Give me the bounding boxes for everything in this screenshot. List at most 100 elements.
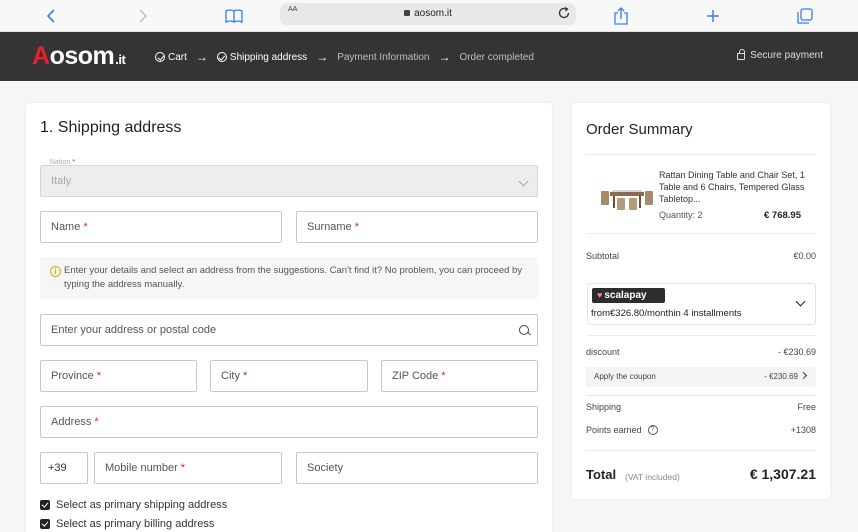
tabs-overview-icon[interactable]: [794, 5, 816, 27]
address-field[interactable]: Address *: [40, 406, 538, 438]
primary-billing-checkbox[interactable]: [40, 519, 50, 529]
name-placeholder: Name: [51, 221, 81, 233]
address-search-placeholder: Enter your address or postal code: [51, 324, 217, 336]
lock-icon: [404, 10, 411, 16]
phone-prefix-select[interactable]: +39: [40, 452, 88, 484]
step-cart[interactable]: Cart: [155, 52, 187, 63]
points-earned-value: +1308: [790, 425, 816, 435]
address-search-input[interactable]: Enter your address or postal code: [40, 314, 538, 346]
points-earned-label: Points earned: [586, 425, 642, 435]
step-label: Payment Information: [337, 51, 430, 63]
check-circle-icon: [155, 52, 165, 62]
step-label: Cart: [168, 51, 187, 63]
required-mark: *: [83, 221, 88, 233]
step-label: Shipping address: [229, 51, 308, 63]
help-question-icon[interactable]: ?: [647, 425, 658, 435]
divider: [586, 335, 816, 336]
primary-billing-label: Select as primary billing address: [56, 518, 215, 530]
apply-coupon-row[interactable]: Apply the coupon - €230.69: [586, 367, 816, 387]
primary-shipping-checkbox-row[interactable]: Select as primary shipping address: [40, 499, 227, 511]
share-icon[interactable]: [610, 5, 632, 27]
zip-placeholder: ZIP Code: [392, 370, 439, 382]
chevron-down-icon[interactable]: [795, 296, 806, 307]
browser-toolbar: AA aosom.it: [0, 0, 858, 32]
society-field[interactable]: Society: [296, 452, 538, 484]
address-placeholder: Address: [51, 416, 92, 428]
subtotal-label: Subtotal: [586, 251, 620, 261]
required-mark: *: [242, 370, 248, 382]
province-field[interactable]: Province *: [40, 360, 197, 392]
product-thumbnail[interactable]: [600, 182, 654, 212]
total-value: € 1,307.21: [749, 466, 816, 482]
shipping-cost-label: Shipping: [586, 402, 622, 412]
nation-label: Nation *: [50, 159, 75, 166]
forward-arrow-icon[interactable]: [132, 5, 154, 27]
product-price: € 768.95: [764, 210, 801, 221]
product-name[interactable]: Rattan Dining Table and Chair Set, 1 Tab…: [659, 169, 809, 205]
url-text: aosom.it: [414, 8, 452, 19]
shipping-cost-value: Free: [797, 402, 816, 412]
arrow-right-icon: →: [316, 50, 329, 64]
address-bar[interactable]: AA aosom.it: [280, 3, 576, 25]
order-summary-title: Order Summary: [586, 121, 693, 138]
scalapay-brand: scalapay: [604, 290, 647, 301]
surname-placeholder: Surname: [307, 221, 352, 233]
nation-value: Italy: [51, 175, 72, 187]
search-icon[interactable]: [519, 325, 529, 335]
step-shipping-address: Shipping address: [216, 51, 308, 63]
divider: [586, 395, 816, 396]
info-icon: i: [50, 266, 61, 277]
step-order-completed: Order completed: [459, 52, 533, 63]
url-display: aosom.it: [280, 8, 576, 19]
coupon-label: Apply the coupon: [594, 372, 656, 381]
aosom-logo[interactable]: Aosom.it: [32, 42, 126, 74]
surname-field[interactable]: Surname *: [296, 211, 538, 243]
new-tab-plus-icon[interactable]: [702, 5, 724, 27]
checkout-header: Aosom.it Cart → Shipping address → Payme…: [0, 32, 858, 81]
back-arrow-icon[interactable]: [40, 5, 62, 27]
primary-shipping-checkbox[interactable]: [40, 500, 50, 510]
shipping-title: 1. Shipping address: [40, 119, 182, 136]
primary-billing-checkbox-row[interactable]: Select as primary billing address: [40, 518, 214, 530]
arrow-right-icon: →: [195, 50, 208, 64]
product-quantity: Quantity: 2: [659, 210, 703, 220]
bookmarks-book-icon[interactable]: [223, 5, 245, 27]
required-mark: *: [441, 370, 446, 382]
scalapay-installments-box[interactable]: ♥ scalapay from€326.80/monthin 4 installm…: [587, 283, 816, 325]
secure-payment-label: Secure payment: [750, 50, 823, 61]
zip-code-field[interactable]: ZIP Code *: [381, 360, 538, 392]
step-payment-information: Payment Information: [337, 52, 429, 63]
total-label: Total: [586, 467, 617, 482]
step-label: Order completed: [459, 51, 534, 63]
divider: [586, 233, 816, 234]
logo-initial: A: [32, 42, 50, 70]
mobile-placeholder: Mobile number: [105, 462, 178, 474]
discount-value: - €230.69: [777, 347, 816, 357]
heart-icon: ♥: [597, 290, 603, 300]
divider: [586, 450, 816, 451]
discount-label: discount: [586, 347, 620, 357]
society-placeholder: Society: [307, 462, 344, 474]
phone-prefix-value: +39: [48, 462, 67, 474]
scalapay-logo: ♥ scalapay: [592, 288, 665, 303]
nation-select[interactable]: Italy: [40, 165, 538, 197]
checkout-steps: Cart → Shipping address → Payment Inform…: [155, 50, 534, 64]
scalapay-installment-text: from€326.80/monthin 4 installments: [591, 308, 742, 319]
arrow-right-icon: →: [438, 50, 451, 64]
required-mark: *: [354, 221, 359, 233]
chevron-right-icon: [799, 371, 808, 380]
city-placeholder: City: [221, 370, 240, 382]
required-mark: *: [180, 462, 186, 474]
required-mark: *: [96, 370, 102, 382]
coupon-value: - €230.69: [764, 372, 798, 381]
divider: [586, 154, 816, 155]
reload-icon[interactable]: [557, 6, 571, 20]
points-earned-row: Points earned ?: [586, 425, 658, 435]
check-circle-icon: [216, 52, 227, 62]
name-field[interactable]: Name *: [40, 211, 282, 243]
required-mark: *: [94, 416, 99, 428]
mobile-number-field[interactable]: Mobile number *: [94, 452, 282, 484]
chevron-down-icon: [518, 176, 529, 187]
logo-rest: osom: [49, 42, 115, 70]
city-field[interactable]: City *: [210, 360, 368, 392]
